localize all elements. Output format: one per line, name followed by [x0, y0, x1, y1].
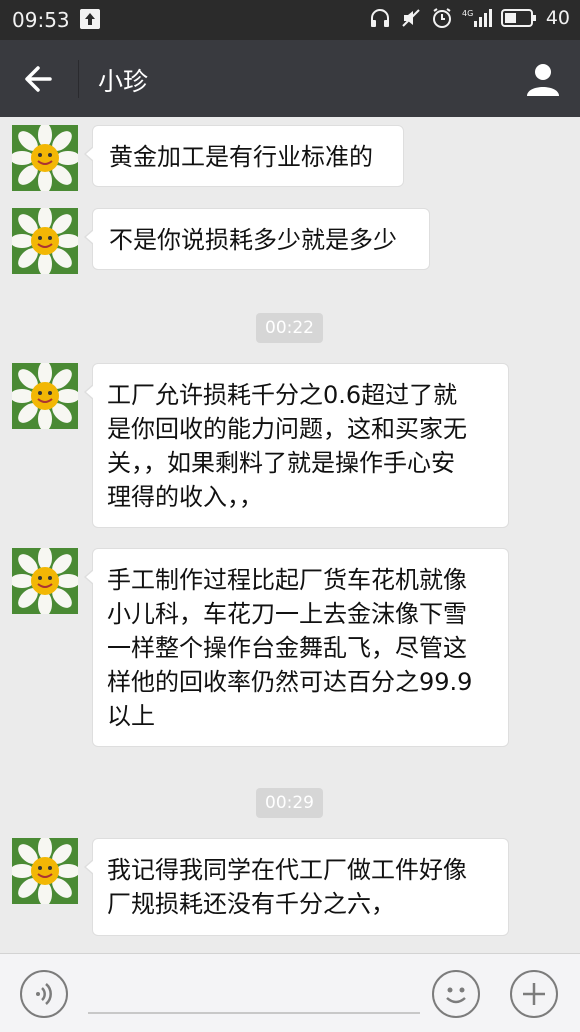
- status-bar: 09:53 4G 40: [0, 0, 580, 40]
- message-row: 手工制作过程比起厂货车花机就像 小儿科，车花刀一上去金沫像下雪 一样整个操作台金…: [0, 548, 580, 748]
- message-text-line: 工厂允许损耗千分之0.6超过了就: [107, 381, 458, 409]
- message-text-line: 以上: [107, 702, 155, 730]
- message-text-line: 是你回收的能力问题，这和买家无: [107, 415, 467, 443]
- message-text-line: 小儿科，车花刀一上去金沫像下雪: [107, 600, 467, 628]
- contact-avatar[interactable]: [12, 548, 78, 614]
- message-row: 我记得我同学在代工厂做工件好像 厂规损耗还没有千分之六，: [0, 838, 580, 938]
- plus-icon: [523, 983, 545, 1005]
- mute-icon: [402, 9, 420, 27]
- upload-notification-icon: [80, 9, 100, 29]
- message-row: 黄金加工是有行业标准的: [0, 125, 580, 191]
- message-text-line: 样他的回收率仍然可达百分之99.9: [107, 668, 473, 696]
- message-text-field[interactable]: [88, 1012, 420, 1014]
- signal-4g-icon: 4G: [462, 9, 492, 27]
- chat-input-bar: [0, 953, 580, 1032]
- back-arrow-icon[interactable]: [20, 62, 56, 96]
- voice-input-button[interactable]: [20, 970, 68, 1018]
- message-text-line: 一样整个操作台金舞乱飞，尽管这: [107, 634, 467, 662]
- svg-text:4G: 4G: [462, 9, 473, 18]
- message-bubble[interactable]: 不是你说损耗多少就是多少: [84, 208, 430, 270]
- chat-header: 小珍: [0, 40, 580, 117]
- message-bubble[interactable]: 工厂允许损耗千分之0.6超过了就 是你回收的能力问题，这和买家无 关，，如果剩料…: [84, 363, 509, 528]
- message-text: 不是你说损耗多少就是多少: [109, 226, 397, 254]
- status-time: 09:53: [12, 8, 70, 32]
- chat-message-list[interactable]: 黄金加工是有行业标准的 不是你说损耗多少就是多少 00:22 工厂允许损耗千分之…: [0, 117, 580, 953]
- contact-avatar[interactable]: [12, 208, 78, 274]
- message-text-line: 厂规损耗还没有千分之六，: [107, 890, 395, 918]
- message-row: 工厂允许损耗千分之0.6超过了就 是你回收的能力问题，这和买家无 关，，如果剩料…: [0, 363, 580, 531]
- message-row: 不是你说损耗多少就是多少: [0, 208, 580, 274]
- message-bubble[interactable]: 我记得我同学在代工厂做工件好像 厂规损耗还没有千分之六，: [84, 838, 509, 936]
- alarm-icon: [432, 8, 451, 28]
- chat-title: 小珍: [98, 67, 149, 96]
- header-divider: [78, 60, 79, 98]
- timestamp: 00:22: [256, 313, 323, 343]
- voice-icon: [36, 983, 52, 1005]
- contact-avatar[interactable]: [12, 363, 78, 429]
- message-text-line: 理得的收入，，: [107, 483, 263, 511]
- emoji-button[interactable]: [432, 970, 480, 1018]
- message-text-line: 我记得我同学在代工厂做工件好像: [107, 856, 467, 884]
- timestamp: 00:29: [256, 788, 323, 818]
- emoji-icon: [446, 987, 466, 1004]
- message-text: 黄金加工是有行业标准的: [109, 143, 373, 171]
- battery-icon: [500, 9, 536, 27]
- contact-avatar[interactable]: [12, 125, 78, 191]
- headset-icon: [370, 9, 389, 27]
- person-icon[interactable]: [524, 60, 562, 98]
- message-text-line: 关，，如果剩料了就是操作手心安: [107, 449, 455, 477]
- message-bubble[interactable]: 黄金加工是有行业标准的: [84, 125, 404, 187]
- contact-avatar[interactable]: [12, 838, 78, 904]
- more-options-button[interactable]: [510, 970, 558, 1018]
- message-text-line: 手工制作过程比起厂货车花机就像: [107, 566, 467, 594]
- battery-percent: 40: [545, 7, 570, 29]
- message-bubble[interactable]: 手工制作过程比起厂货车花机就像 小儿科，车花刀一上去金沫像下雪 一样整个操作台金…: [84, 548, 509, 747]
